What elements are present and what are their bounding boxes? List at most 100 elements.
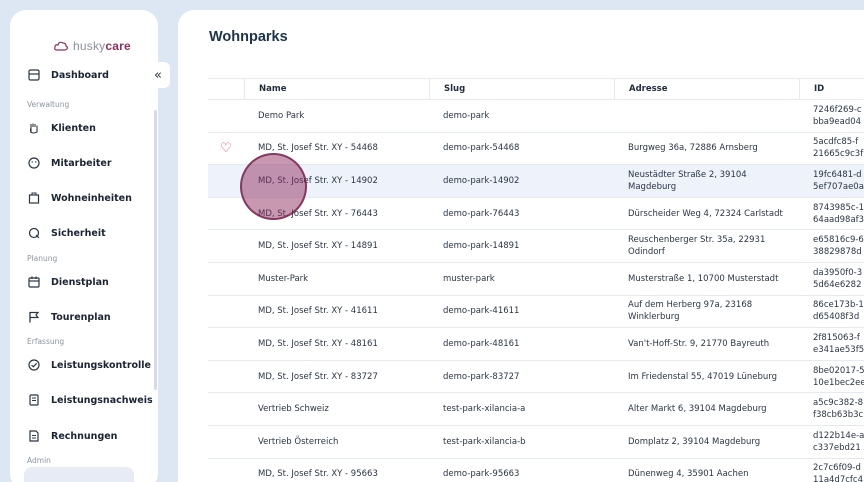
table-row[interactable]: MD, St. Josef Str. XY - 14891 demo-park-1… bbox=[208, 230, 864, 263]
column-header-favorite bbox=[208, 79, 244, 100]
cell-name: MD, St. Josef Str. XY - 48161 bbox=[258, 338, 378, 349]
chevrons-left-icon: « bbox=[154, 67, 162, 83]
table-row[interactable]: MD, St. Josef Str. XY - 83727 demo-park-8… bbox=[208, 361, 864, 394]
table-row[interactable]: Muster-Park muster-park Musterstraße 1, 10… bbox=[208, 263, 864, 296]
column-header-adresse[interactable]: Adresse bbox=[614, 78, 799, 100]
sidebar-scrollbar[interactable] bbox=[154, 110, 157, 390]
brand-logo[interactable]: huskycare bbox=[54, 38, 131, 54]
cell-name: Vertrieb Österreich bbox=[258, 436, 339, 447]
sidebar-item-label: Mitarbeiter bbox=[51, 157, 112, 169]
collapse-sidebar-button[interactable]: « bbox=[146, 62, 170, 88]
cell-name: MD, St. Josef Str. XY - 95663 bbox=[258, 469, 378, 480]
cell-name: MD, St. Josef Str. XY - 83727 bbox=[258, 371, 378, 382]
address-line-2: Odindorf bbox=[628, 247, 665, 258]
sidebar-item-wohneinheiten[interactable]: Wohneinheiten bbox=[28, 188, 132, 208]
cell-name: MD, St. Josef Str. XY - 41611 bbox=[258, 306, 378, 317]
shield-icon bbox=[28, 227, 40, 239]
cell-slug: demo-park-14902 bbox=[443, 175, 520, 186]
table-row[interactable]: ♡ MD, St. Josef Str. XY - 54468 demo-park-… bbox=[208, 133, 864, 166]
sidebar-item-rechnungen[interactable]: Rechnungen bbox=[28, 426, 117, 446]
sidebar-item-label: Sicherheit bbox=[51, 227, 106, 239]
cell-id: 7246f269-c bba9ead04 bbox=[799, 104, 864, 128]
address-line-1: Dünenweg 4, 35901 Aachen bbox=[628, 469, 749, 480]
cell-address: Dürscheider Weg 4, 72324 Carlstadt bbox=[614, 208, 799, 220]
address-line-1: Van't-Hoff-Str. 9, 21770 Bayreuth bbox=[628, 338, 770, 349]
cell-slug: test-park-xilancia-a bbox=[443, 404, 526, 415]
address-line-1: Auf dem Herberg 97a, 23168 bbox=[628, 300, 753, 311]
id-line-1: 2c7c6f09-d bbox=[813, 463, 861, 474]
sidebar-item-label: Rechnungen bbox=[51, 430, 118, 442]
cell-id: da3950f0-3 5d64e6282 bbox=[799, 267, 864, 291]
table-row[interactable]: MD, St. Josef Str. XY - 48161 demo-park-4… bbox=[208, 328, 864, 361]
cell-name: Demo Park bbox=[258, 110, 305, 121]
cell-slug: demo-park-83727 bbox=[443, 371, 520, 382]
sidebar-item-sicherheit[interactable]: Sicherheit bbox=[28, 223, 106, 243]
cell-id: a5c9c382-8 f38cb63b3c bbox=[799, 397, 864, 421]
cell-slug: demo-park-41611 bbox=[443, 306, 520, 317]
document-icon bbox=[29, 394, 39, 406]
id-line-2: d65408f3d bbox=[813, 312, 860, 323]
table-row[interactable]: Vertrieb Schweiz test-park-xilancia-a Alte… bbox=[208, 393, 864, 426]
table-row[interactable]: Demo Park demo-park 7246f269-c bba9ead04 bbox=[208, 100, 864, 133]
brand-name-part2: care bbox=[105, 39, 131, 53]
heart-icon[interactable]: ♡ bbox=[220, 142, 232, 155]
sidebar-item-klienten[interactable]: Klienten bbox=[28, 118, 96, 138]
id-line-2: 38829878d bbox=[813, 247, 862, 258]
check-circle-icon bbox=[28, 359, 40, 371]
cell-slug: demo-park-54468 bbox=[443, 143, 520, 154]
sidebar-item-tourenplan[interactable]: Tourenplan bbox=[28, 307, 111, 327]
sidebar-item-label: Leistungsnachweis bbox=[51, 394, 153, 406]
cell-address: Reuschenberger Str. 35a, 22931 Odindorf bbox=[614, 234, 799, 258]
cell-address: Alter Markt 6, 39104 Magdeburg bbox=[614, 403, 799, 415]
sidebar-item-dashboard[interactable]: Dashboard bbox=[28, 65, 109, 85]
cell-address: Neustädter Straße 2, 39104 Magdeburg bbox=[614, 169, 799, 193]
sidebar-item-mitarbeiter[interactable]: Mitarbeiter bbox=[28, 153, 112, 173]
sidebar-item-label: Tourenplan bbox=[51, 311, 111, 323]
cell-slug: demo-park-95663 bbox=[443, 469, 520, 480]
table-row[interactable]: Vertrieb Österreich test-park-xilancia-b D… bbox=[208, 426, 864, 459]
cell-address: Musterstraße 1, 10700 Musterstadt bbox=[614, 273, 799, 285]
address-line-2: Magdeburg bbox=[628, 181, 677, 192]
id-line-2: c337ebd21 bbox=[813, 442, 861, 453]
cloud-icon bbox=[54, 41, 68, 51]
column-header-name[interactable]: Name bbox=[244, 78, 429, 100]
sidebar-item-leistungsnachweis[interactable]: Leistungsnachweis bbox=[28, 390, 153, 410]
favorite-cell[interactable]: ♡ bbox=[208, 142, 244, 155]
section-label-erfassung: Erfassung bbox=[27, 337, 65, 346]
sidebar-item-label: Dashboard bbox=[51, 69, 109, 81]
cell-name: MD, St. Josef Str. XY - 14891 bbox=[258, 241, 378, 252]
sidebar-item-label: Klienten bbox=[51, 122, 96, 134]
calendar-icon bbox=[28, 276, 40, 288]
sidebar-item-label: Dienstplan bbox=[51, 276, 109, 288]
id-line-1: da3950f0-3 bbox=[813, 267, 863, 278]
id-line-2: 11a4d7cfc4 bbox=[813, 475, 863, 482]
main-panel: Wohnparks Name Slug Adresse ID Demo Park… bbox=[178, 10, 864, 482]
sidebar-item-admin-active[interactable] bbox=[24, 467, 134, 482]
cell-id: 2f815063-f e341ae53f5 bbox=[799, 332, 864, 356]
sidebar-item-label: Leistungskontrolle bbox=[51, 359, 151, 371]
sidebar: huskycare Dashboard Verwaltung Klienten … bbox=[10, 10, 158, 482]
cell-address: Im Friedenstal 55, 47019 Lüneburg bbox=[614, 371, 799, 383]
column-header-id[interactable]: ID bbox=[799, 78, 864, 100]
cell-address: Domplatz 2, 39104 Magdeburg bbox=[614, 436, 799, 448]
address-line-1: Reuschenberger Str. 35a, 22931 bbox=[628, 235, 766, 246]
cell-id: 2c7c6f09-d 11a4d7cfc4 bbox=[799, 462, 864, 482]
address-line-1: Dürscheider Weg 4, 72324 Carlstadt bbox=[628, 208, 783, 219]
invoice-icon bbox=[29, 430, 39, 442]
id-line-1: 5acdfc85-f bbox=[813, 137, 859, 148]
address-line-1: Neustädter Straße 2, 39104 bbox=[628, 169, 747, 180]
sidebar-item-dienstplan[interactable]: Dienstplan bbox=[28, 272, 109, 292]
wohnparks-table: Name Slug Adresse ID Demo Park demo-park 7… bbox=[208, 78, 864, 482]
table-row[interactable]: MD, St. Josef Str. XY - 41611 demo-park-4… bbox=[208, 296, 864, 329]
column-header-slug[interactable]: Slug bbox=[429, 78, 614, 100]
face-icon bbox=[28, 157, 40, 169]
table-row[interactable]: MD, St. Josef Str. XY - 95663 demo-park-9… bbox=[208, 459, 864, 482]
section-label-verwaltung: Verwaltung bbox=[27, 100, 70, 109]
sidebar-item-leistungskontrolle[interactable]: Leistungskontrolle bbox=[28, 355, 151, 375]
id-line-2: 21665c9c3f bbox=[813, 149, 864, 160]
id-line-2: 5ef707ae0a bbox=[813, 181, 864, 192]
id-line-1: 86ce173b-1 bbox=[813, 300, 864, 311]
table-row[interactable]: MD, St. Josef Str. XY - 76443 demo-park-7… bbox=[208, 198, 864, 231]
cell-id: 86ce173b-1 d65408f3d bbox=[799, 299, 864, 323]
cell-slug: demo-park-48161 bbox=[443, 338, 520, 349]
